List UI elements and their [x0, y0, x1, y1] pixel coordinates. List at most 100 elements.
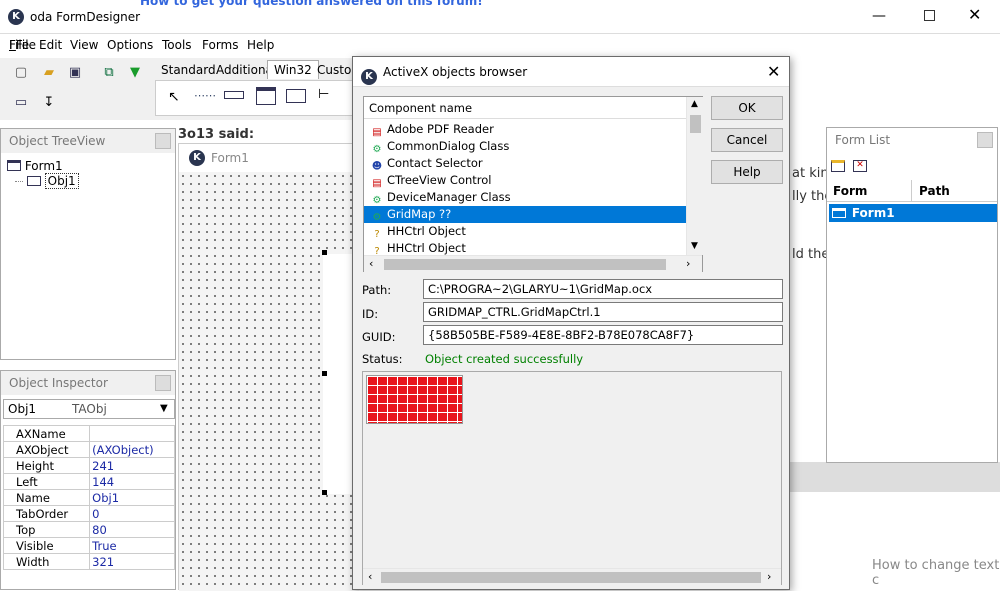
property-value[interactable] — [89, 425, 175, 442]
groupbox-control-icon[interactable] — [256, 87, 276, 105]
menu-tools[interactable]: Tools — [162, 38, 192, 52]
scroll-thumb[interactable] — [384, 259, 666, 270]
property-name: TabOrder — [2, 505, 91, 522]
new-form-icon[interactable] — [831, 160, 845, 172]
property-row[interactable]: AXObject (AXObject) — [2, 441, 175, 458]
menu-view[interactable]: View — [70, 38, 98, 52]
property-value[interactable]: 80 — [89, 521, 175, 538]
component-item-label: DeviceManager Class — [387, 190, 511, 204]
cancel-button[interactable]: Cancel — [711, 128, 783, 152]
pointer-icon[interactable]: ↖ — [168, 89, 180, 105]
component-list[interactable]: Component name ▤ Adobe PDF Reader ⚙ CommonD… — [363, 96, 703, 272]
scroll-thumb[interactable] — [381, 572, 761, 583]
property-value[interactable]: 321 — [89, 553, 175, 570]
object-selector[interactable]: Obj1 TAObj ▼ — [3, 399, 175, 419]
panel-control-icon[interactable] — [286, 89, 306, 103]
form1-window: K Form1 — [178, 143, 363, 591]
menu-forms[interactable]: Forms — [202, 38, 238, 52]
scroll-right-icon[interactable]: › — [767, 570, 771, 583]
property-value[interactable]: True — [89, 537, 175, 554]
tab-order-icon[interactable]: ↧ — [38, 92, 60, 114]
property-value[interactable]: 0 — [89, 505, 175, 522]
close-icon[interactable]: ✕ — [968, 5, 981, 24]
menu-file[interactable]: File — [9, 38, 29, 52]
panel-grip-icon[interactable] — [155, 133, 171, 149]
bottom-link[interactable]: How to change text c — [872, 558, 1000, 588]
run-icon[interactable]: ▼ — [124, 62, 146, 84]
property-row[interactable]: Name Obj1 — [2, 489, 175, 506]
status-label: Status: — [362, 352, 403, 366]
property-name: AXName — [2, 425, 91, 442]
label-control-icon[interactable]: ⋯⋯ — [194, 89, 216, 102]
list-horizontal-scrollbar[interactable]: ‹ › — [364, 255, 702, 272]
path-field[interactable]: C:\PROGRA~2\GLARYU~1\GridMap.ocx — [423, 279, 783, 299]
component-list-item[interactable]: ☻ Contact Selector — [364, 155, 686, 172]
tree-root[interactable]: Form1 — [7, 159, 63, 173]
delete-form-icon[interactable]: ✕ — [853, 160, 867, 172]
component-list-item[interactable]: ? HHCtrl Object — [364, 223, 686, 240]
col-form-header[interactable]: Form — [833, 184, 867, 198]
maximize-icon[interactable] — [924, 10, 935, 21]
form-icon[interactable]: ▭ — [10, 92, 32, 114]
guid-field[interactable]: {58B505BE-F589-4E8E-8BF2-B78E078CA8F7} — [423, 325, 783, 345]
property-value[interactable]: Obj1 — [89, 489, 175, 506]
path-label: Path: — [362, 283, 392, 297]
scroll-thumb[interactable] — [690, 115, 701, 133]
property-row[interactable]: Left 144 — [2, 473, 175, 490]
component-list-item[interactable]: ▤ CTreeView Control — [364, 172, 686, 189]
resize-handle[interactable] — [322, 250, 327, 255]
chevron-down-icon[interactable]: ▼ — [160, 400, 168, 418]
property-value[interactable]: 144 — [89, 473, 175, 490]
form-node-icon — [832, 208, 846, 218]
menu-edit[interactable]: Edit — [39, 38, 62, 52]
component-list-item[interactable]: ▤ Adobe PDF Reader — [364, 121, 686, 138]
tab-standard[interactable]: Standard — [161, 63, 216, 77]
resize-handle[interactable] — [322, 490, 327, 495]
tree-child[interactable]: Obj1 — [15, 173, 79, 189]
form-list-row-label: Form1 — [851, 206, 895, 220]
panel-grip-icon[interactable] — [155, 375, 171, 391]
tree-control-icon[interactable]: ⊢ — [318, 87, 329, 102]
property-row[interactable]: AXName — [2, 425, 175, 442]
minimize-icon[interactable]: — — [872, 8, 886, 24]
property-row[interactable]: Top 80 — [2, 521, 175, 538]
component-list-item[interactable]: ⚙ GridMap ?? — [364, 206, 686, 223]
form-list-row[interactable]: Form1 — [829, 204, 997, 222]
tree-child-label: Obj1 — [44, 173, 79, 189]
dialog-logo-icon: K — [361, 69, 377, 85]
preview-horizontal-scrollbar[interactable]: ‹ › — [363, 568, 781, 585]
property-value[interactable]: (AXObject) — [89, 441, 175, 458]
panel-grip-icon[interactable] — [977, 132, 993, 148]
scroll-left-icon[interactable]: ‹ — [368, 570, 372, 583]
menu-help[interactable]: Help — [247, 38, 274, 52]
resize-handle[interactable] — [322, 371, 327, 376]
property-row[interactable]: Visible True — [2, 537, 175, 554]
scroll-left-icon[interactable]: ‹ — [369, 257, 373, 270]
col-path-header[interactable]: Path — [919, 184, 950, 198]
ok-button[interactable]: OK — [711, 96, 783, 120]
new-file-icon[interactable]: ▢ — [10, 62, 32, 84]
id-field[interactable]: GRIDMAP_CTRL.GridMapCtrl.1 — [423, 302, 783, 322]
tab-win32[interactable]: Win32 — [267, 60, 319, 79]
scroll-up-icon[interactable]: ▲ — [691, 99, 698, 109]
property-row[interactable]: TabOrder 0 — [2, 505, 175, 522]
save-icon[interactable]: ▣ — [64, 62, 86, 84]
scroll-down-icon[interactable]: ▼ — [691, 241, 698, 251]
help-button[interactable]: Help — [711, 160, 783, 184]
property-row[interactable]: Width 321 — [2, 553, 175, 570]
form-node-icon — [7, 160, 21, 171]
property-row[interactable]: Height 241 — [2, 457, 175, 474]
bg-text-fragment-3: ld the — [792, 247, 830, 262]
gridmap-preview[interactable] — [366, 375, 463, 424]
dialog-close-icon[interactable]: ✕ — [767, 57, 780, 87]
compile-icon[interactable]: ⧉ — [98, 62, 120, 84]
open-folder-icon[interactable]: ▰ — [38, 62, 60, 84]
property-value[interactable]: 241 — [89, 457, 175, 474]
menu-options[interactable]: Options — [107, 38, 153, 52]
list-vertical-scrollbar[interactable]: ▲ ▼ — [686, 97, 703, 255]
edit-control-icon[interactable] — [224, 91, 244, 99]
component-list-item[interactable]: ⚙ CommonDialog Class — [364, 138, 686, 155]
scroll-right-icon[interactable]: › — [686, 257, 690, 270]
component-list-item[interactable]: ⚙ DeviceManager Class — [364, 189, 686, 206]
palette-tabs: Standard Additional Win32 Custom — [155, 60, 363, 80]
